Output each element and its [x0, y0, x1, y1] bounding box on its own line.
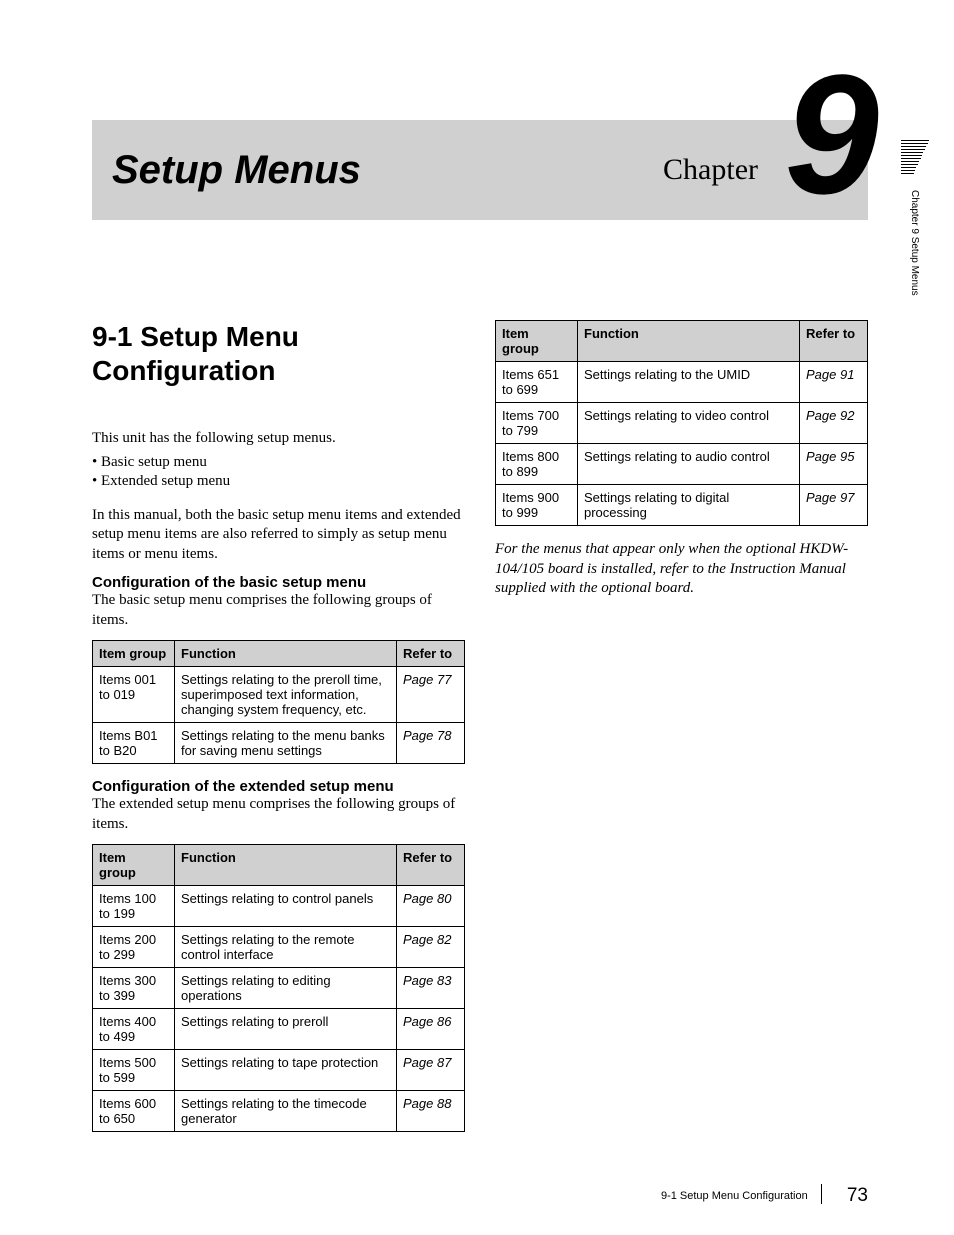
optional-board-note: For the menus that appear only when the … — [495, 540, 868, 599]
cell-function: Settings relating to the menu banks for … — [175, 723, 397, 764]
footer-section: 9-1 Setup Menu Configuration — [661, 1190, 808, 1202]
cell-function: Settings relating to tape protection — [175, 1050, 397, 1091]
th-refer-to: Refer to — [800, 321, 868, 362]
intro-text: This unit has the following setup menus. — [92, 429, 465, 449]
ext-menu-table-right: Itemgroup Function Refer to Items 651 to… — [495, 320, 868, 526]
right-column: Itemgroup Function Refer to Items 651 to… — [495, 320, 868, 1146]
chapter-banner: Setup Menus Chapter — [92, 120, 868, 220]
ext-menu-table-left: Itemgroup Function Refer to Items 100 to… — [92, 844, 465, 1132]
table-row: Items B01 to B20Settings relating to the… — [93, 723, 465, 764]
basic-config-heading: Configuration of the basic setup menu — [92, 574, 465, 591]
paragraph: In this manual, both the basic setup men… — [92, 506, 465, 565]
cell-item-group: Items 001 to 019 — [93, 667, 175, 723]
left-column: 9-1 Setup Menu Configuration This unit h… — [92, 320, 465, 1146]
chapter-number: 9 — [784, 50, 879, 220]
table-row: Items 001 to 019Settings relating to the… — [93, 667, 465, 723]
cell-function: Settings relating to the preroll time, s… — [175, 667, 397, 723]
th-function: Function — [578, 321, 800, 362]
table-row: Items 651 to 699Settings relating to the… — [496, 362, 868, 403]
section-heading: 9-1 Setup Menu Configuration — [92, 320, 465, 387]
cell-item-group: Items 400 to 499 — [93, 1009, 175, 1050]
cell-item-group: Items 900 to 999 — [496, 485, 578, 526]
cell-function: Settings relating to the timecode genera… — [175, 1091, 397, 1132]
cell-function: Settings relating to editing operations — [175, 968, 397, 1009]
cell-refer: Page 97 — [800, 485, 868, 526]
table-row: Items 300 to 399Settings relating to edi… — [93, 968, 465, 1009]
cell-function: Settings relating to audio control — [578, 444, 800, 485]
cell-item-group: Items 200 to 299 — [93, 927, 175, 968]
cell-refer: Page 95 — [800, 444, 868, 485]
cell-function: Settings relating to preroll — [175, 1009, 397, 1050]
th-item-group: Item group — [93, 641, 175, 667]
cell-function: Settings relating to digital processing — [578, 485, 800, 526]
page-footer: 9-1 Setup Menu Configuration 73 — [92, 1184, 868, 1207]
list-item: Basic setup menu — [92, 453, 465, 473]
cell-refer: Page 88 — [397, 1091, 465, 1132]
cell-item-group: Items 651 to 699 — [496, 362, 578, 403]
th-function: Function — [175, 641, 397, 667]
cell-refer: Page 82 — [397, 927, 465, 968]
thumb-index-decoration — [901, 140, 929, 176]
ext-config-heading: Configuration of the extended setup menu — [92, 778, 465, 795]
cell-item-group: Items 100 to 199 — [93, 886, 175, 927]
cell-refer: Page 87 — [397, 1050, 465, 1091]
cell-refer: Page 91 — [800, 362, 868, 403]
table-row: Items 200 to 299Settings relating to the… — [93, 927, 465, 968]
side-tab-label: Chapter 9 Setup Menus — [909, 190, 920, 296]
cell-refer: Page 77 — [397, 667, 465, 723]
cell-refer: Page 83 — [397, 968, 465, 1009]
th-item-group: Itemgroup — [496, 321, 578, 362]
cell-item-group: Items 500 to 599 — [93, 1050, 175, 1091]
basic-menu-table: Item group Function Refer to Items 001 t… — [92, 640, 465, 764]
cell-item-group: Items 300 to 399 — [93, 968, 175, 1009]
content-columns: 9-1 Setup Menu Configuration This unit h… — [92, 320, 868, 1146]
cell-refer: Page 86 — [397, 1009, 465, 1050]
cell-item-group: Items B01 to B20 — [93, 723, 175, 764]
cell-refer: Page 80 — [397, 886, 465, 927]
cell-function: Settings relating to the remote control … — [175, 927, 397, 968]
cell-refer: Page 92 — [800, 403, 868, 444]
table-row: Items 800 to 899Settings relating to aud… — [496, 444, 868, 485]
cell-item-group: Items 600 to 650 — [93, 1091, 175, 1132]
table-row: Items 600 to 650Settings relating to the… — [93, 1091, 465, 1132]
page-number: 73 — [847, 1185, 868, 1206]
cell-refer: Page 78 — [397, 723, 465, 764]
table-row: Items 100 to 199Settings relating to con… — [93, 886, 465, 927]
th-function: Function — [175, 845, 397, 886]
list-item: Extended setup menu — [92, 472, 465, 492]
banner-title: Setup Menus — [112, 148, 361, 193]
ext-config-desc: The extended setup menu comprises the fo… — [92, 795, 465, 834]
cell-item-group: Items 800 to 899 — [496, 444, 578, 485]
table-row: Items 900 to 999Settings relating to dig… — [496, 485, 868, 526]
th-item-group: Itemgroup — [93, 845, 175, 886]
table-row: Items 700 to 799Settings relating to vid… — [496, 403, 868, 444]
cell-function: Settings relating to the UMID — [578, 362, 800, 403]
th-refer-to: Refer to — [397, 845, 465, 886]
menu-type-list: Basic setup menu Extended setup menu — [92, 453, 465, 492]
basic-config-desc: The basic setup menu comprises the follo… — [92, 591, 465, 630]
table-row: Items 500 to 599Settings relating to tap… — [93, 1050, 465, 1091]
cell-function: Settings relating to control panels — [175, 886, 397, 927]
th-refer-to: Refer to — [397, 641, 465, 667]
table-row: Items 400 to 499Settings relating to pre… — [93, 1009, 465, 1050]
cell-item-group: Items 700 to 799 — [496, 403, 578, 444]
cell-function: Settings relating to video control — [578, 403, 800, 444]
chapter-label: Chapter — [663, 153, 758, 187]
